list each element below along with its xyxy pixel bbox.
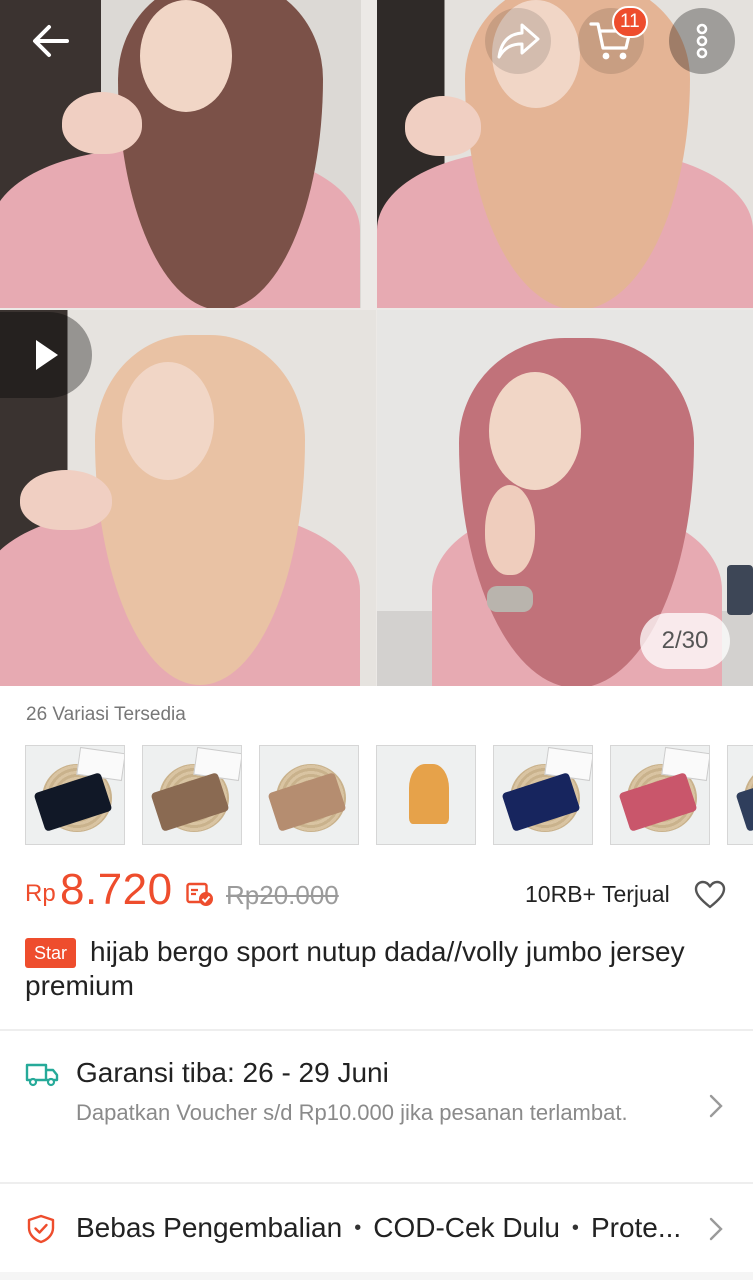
heart-icon[interactable] — [694, 880, 726, 910]
guarantee-returns: Bebas Pengembalian — [76, 1212, 343, 1243]
variation-thumb[interactable] — [727, 745, 753, 845]
variation-thumbnails[interactable] — [25, 745, 753, 845]
variation-thumb[interactable] — [259, 745, 359, 845]
more-options-button[interactable] — [669, 8, 735, 74]
section-divider — [0, 1272, 753, 1280]
divider — [0, 1182, 753, 1184]
product-title: hijab bergo sport nutup dada//volly jumb… — [25, 936, 685, 1001]
variation-thumb[interactable] — [25, 745, 125, 845]
shield-icon — [27, 1214, 55, 1244]
shipping-subtitle: Dapatkan Voucher s/d Rp10.000 jika pesan… — [76, 1100, 628, 1125]
price-currency: Rp — [25, 880, 56, 907]
guarantee-protection: Prote... — [590, 1212, 682, 1243]
original-price: Rp20.000 — [226, 880, 339, 910]
variation-swatch — [409, 764, 449, 824]
back-button[interactable] — [18, 8, 84, 74]
variation-thumb[interactable] — [142, 745, 242, 845]
play-icon — [36, 340, 58, 370]
guarantee-list: Bebas Pengembalian • COD-Cek Dulu • Prote... — [76, 1212, 681, 1244]
share-icon — [497, 23, 540, 59]
shipping-title: Garansi tiba: 26 - 29 Juni — [76, 1057, 389, 1088]
play-video-button[interactable] — [0, 312, 92, 398]
share-button[interactable] — [485, 8, 551, 74]
more-vertical-icon — [696, 23, 708, 59]
voucher-icon — [186, 882, 213, 906]
divider — [0, 1029, 753, 1031]
separator-dot: • — [354, 1217, 362, 1239]
variation-thumb[interactable] — [610, 745, 710, 845]
image-counter: 2/30 — [640, 613, 730, 669]
arrow-left-icon — [33, 25, 69, 57]
variations-label: 26 Variasi Tersedia — [26, 704, 186, 725]
price-value: 8.720 — [60, 865, 173, 914]
sold-count: 10RB+ Terjual — [525, 881, 670, 907]
truck-icon — [25, 1063, 59, 1087]
product-image-gallery[interactable]: 11 2/30 — [0, 0, 753, 686]
chevron-right-icon — [709, 1217, 723, 1241]
variation-thumb[interactable] — [376, 745, 476, 845]
variation-thumb[interactable] — [493, 745, 593, 845]
cart-count-badge: 11 — [612, 6, 648, 38]
chevron-right-icon — [709, 1094, 723, 1118]
separator-dot: • — [571, 1217, 579, 1239]
guarantee-cod: COD-Cek Dulu — [373, 1212, 560, 1243]
